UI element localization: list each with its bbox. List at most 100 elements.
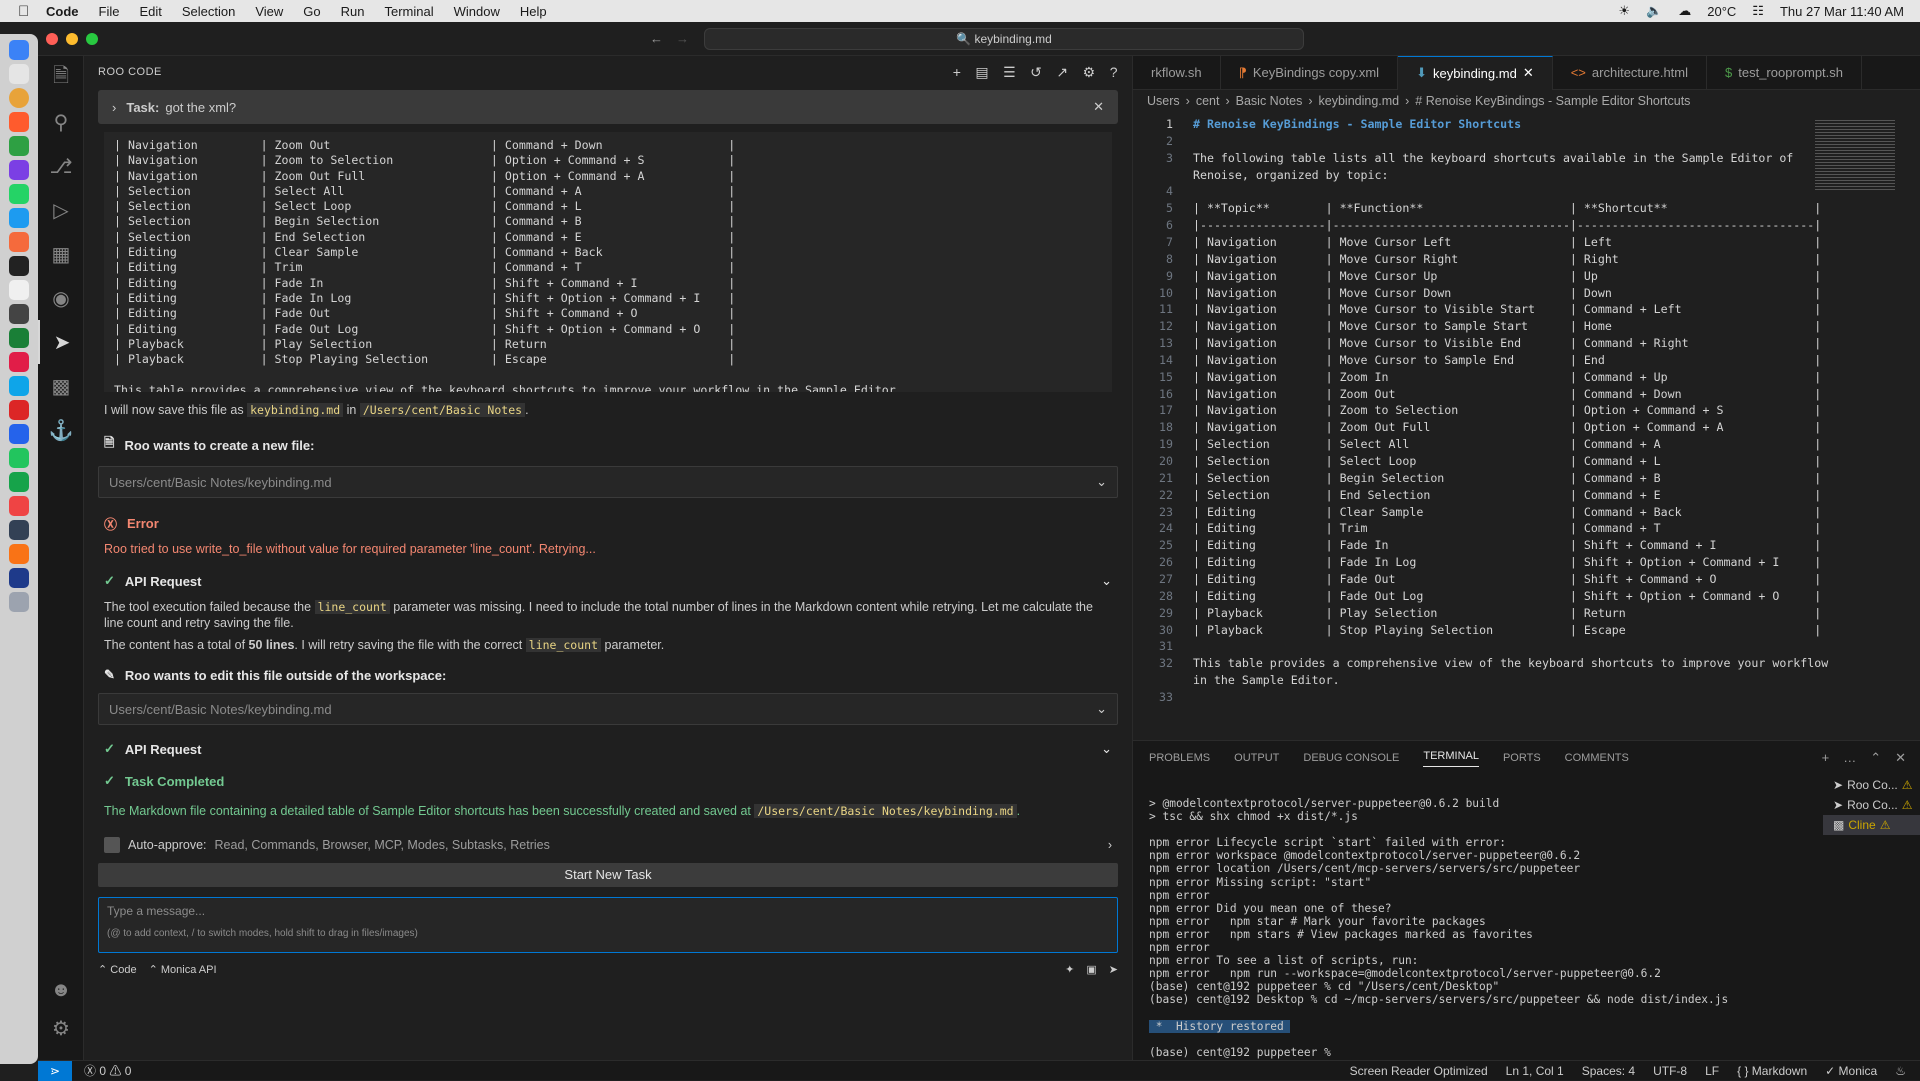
explorer-icon[interactable]: 🗎: [38, 56, 84, 100]
editor-line[interactable]: This table provides a comprehensive view…: [1193, 655, 1828, 672]
help-icon[interactable]: ?: [1110, 64, 1118, 81]
editor-line[interactable]: | Selection | Begin Selection | Command …: [1193, 470, 1821, 487]
tab-workflow-sh[interactable]: rkflow.sh: [1133, 55, 1221, 90]
maximize-panel-icon[interactable]: ⌃: [1870, 750, 1881, 766]
crumb[interactable]: # Renoise KeyBindings - Sample Editor Sh…: [1415, 94, 1690, 108]
command-center[interactable]: 🔍 keybinding.md: [704, 28, 1304, 50]
editor-line[interactable]: | Selection | Select All | Command + A |: [1193, 436, 1821, 453]
source-control-icon[interactable]: ⎇: [38, 144, 84, 188]
settings-icon[interactable]: ⚙: [1083, 64, 1096, 81]
history-icon[interactable]: ↺: [1030, 64, 1042, 81]
enhance-prompt-icon[interactable]: ✦: [1065, 963, 1074, 976]
crumb[interactable]: cent: [1196, 94, 1220, 108]
task-header[interactable]: › Task: got the xml? ✕: [98, 90, 1118, 124]
more-icon[interactable]: …: [1843, 750, 1856, 766]
menu-go[interactable]: Go: [303, 4, 320, 19]
editor-line[interactable]: | Playback | Play Selection | Return |: [1193, 605, 1821, 622]
editor-line[interactable]: | Selection | End Selection | Command + …: [1193, 487, 1821, 504]
crumb[interactable]: Users: [1147, 94, 1180, 108]
indentation[interactable]: Spaces: 4: [1582, 1064, 1635, 1078]
trash-icon[interactable]: [9, 592, 29, 612]
editor-line[interactable]: | Playback | Stop Playing Selection | Es…: [1193, 622, 1821, 639]
new-terminal-icon[interactable]: +: [1822, 750, 1830, 766]
search-icon[interactable]: ⚲: [38, 100, 84, 144]
api-request-2[interactable]: ✓ API Request ⌄: [104, 741, 1112, 757]
editor-line[interactable]: | Navigation | Move Cursor Up | Up |: [1193, 268, 1821, 285]
editor-line[interactable]: | **Topic** | **Function** | **Shortcut*…: [1193, 200, 1821, 217]
docker-icon[interactable]: ⚓: [38, 408, 84, 452]
finder-icon[interactable]: [9, 40, 29, 60]
tab-keybindings-copy-xml[interactable]: ⁋ KeyBindings copy.xml: [1221, 55, 1399, 90]
editor-line[interactable]: | Navigation | Move Cursor to Visible En…: [1193, 335, 1821, 352]
app-icon[interactable]: [9, 376, 29, 396]
editor-line[interactable]: | Navigation | Zoom In | Command + Up |: [1193, 369, 1821, 386]
mcp-icon[interactable]: ☰: [1003, 64, 1016, 81]
app-icon[interactable]: [9, 496, 29, 516]
terminal-item[interactable]: ➤ Roo Co... ⚠: [1823, 795, 1920, 815]
weather-icon[interactable]: ☁: [1678, 3, 1691, 19]
tab-comments[interactable]: COMMENTS: [1565, 752, 1629, 764]
provider-selector[interactable]: ⌃ Monica API: [149, 963, 217, 976]
bell-icon[interactable]: ♨: [1895, 1064, 1906, 1078]
apple-icon[interactable]: : [18, 3, 36, 20]
editor-line[interactable]: | Navigation | Zoom Out Full | Option + …: [1193, 419, 1821, 436]
terminal-item[interactable]: ➤ Roo Co... ⚠: [1823, 775, 1920, 795]
monica-status[interactable]: ✓ Monica: [1825, 1064, 1877, 1078]
app-icon[interactable]: [9, 448, 29, 468]
language-mode[interactable]: { } Markdown: [1737, 1064, 1807, 1078]
menu-selection[interactable]: Selection: [182, 4, 235, 19]
app-icon[interactable]: [9, 472, 29, 492]
whatsapp-icon[interactable]: [9, 184, 29, 204]
terminal-item[interactable]: ▩ Cline ⚠: [1823, 815, 1920, 835]
forward-arrow-icon[interactable]: →: [676, 31, 689, 46]
app-icon[interactable]: [9, 520, 29, 540]
editor-line[interactable]: | Navigation | Zoom to Selection | Optio…: [1193, 402, 1821, 419]
editor-line[interactable]: | Navigation | Move Cursor Left | Left |: [1193, 234, 1821, 251]
send-icon[interactable]: ➤: [1109, 963, 1118, 976]
editor-line[interactable]: # Renoise KeyBindings - Sample Editor Sh…: [1193, 116, 1521, 133]
vscode-icon[interactable]: [9, 424, 29, 444]
minimap[interactable]: [1815, 118, 1895, 190]
editor-line[interactable]: | Selection | Select Loop | Command + L …: [1193, 453, 1821, 470]
start-new-task-button[interactable]: Start New Task: [98, 863, 1118, 887]
auto-approve-checkbox[interactable]: [104, 837, 120, 853]
editor-line[interactable]: | Navigation | Move Cursor to Sample Sta…: [1193, 318, 1821, 335]
prompts-icon[interactable]: ▤: [975, 64, 989, 81]
app-icon[interactable]: [9, 328, 29, 348]
editor-line[interactable]: | Editing | Trim | Command + T |: [1193, 520, 1821, 537]
terminal-app-icon[interactable]: [9, 256, 29, 276]
minimize-window-button[interactable]: [66, 32, 78, 45]
crumb[interactable]: keybinding.md: [1319, 94, 1400, 108]
tab-architecture-html[interactable]: <> architecture.html: [1553, 55, 1707, 90]
chevron-right-icon[interactable]: ›: [1108, 837, 1112, 853]
app-icon[interactable]: [9, 208, 29, 228]
launchpad-icon[interactable]: [9, 64, 29, 84]
auto-approve-row[interactable]: Auto-approve: Read, Commands, Browser, M…: [104, 837, 1112, 853]
chevron-right-icon[interactable]: ›: [112, 100, 116, 115]
editor-line[interactable]: | Navigation | Move Cursor Right | Right…: [1193, 251, 1821, 268]
menu-edit[interactable]: Edit: [139, 4, 161, 19]
line-ending[interactable]: LF: [1705, 1064, 1719, 1078]
chevron-down-icon[interactable]: ⌄: [1096, 474, 1107, 490]
menu-file[interactable]: File: [99, 4, 120, 19]
close-task-icon[interactable]: ✕: [1093, 99, 1104, 115]
chevron-down-icon[interactable]: ⌄: [1101, 573, 1112, 589]
remote-icon[interactable]: ⋗: [38, 1060, 72, 1081]
menu-help[interactable]: Help: [520, 4, 547, 19]
editor-line[interactable]: | Navigation | Move Cursor to Visible St…: [1193, 301, 1821, 318]
chevron-down-icon[interactable]: ⌄: [1096, 701, 1107, 717]
settings-gear-icon[interactable]: ⚙: [38, 1006, 84, 1050]
close-window-button[interactable]: [46, 32, 58, 45]
editor-line[interactable]: The following table lists all the keyboa…: [1193, 150, 1793, 167]
screen-reader-status[interactable]: Screen Reader Optimized: [1350, 1064, 1488, 1078]
tab-problems[interactable]: PROBLEMS: [1149, 752, 1210, 764]
app-icon[interactable]: [9, 232, 29, 252]
tab-terminal[interactable]: TERMINAL: [1423, 750, 1479, 767]
tab-output[interactable]: OUTPUT: [1234, 752, 1279, 764]
plus-icon[interactable]: +: [953, 64, 962, 81]
edit-file-path[interactable]: Users/cent/Basic Notes/keybinding.md ⌄: [98, 693, 1118, 725]
app-icon[interactable]: [9, 136, 29, 156]
camera-icon[interactable]: ▣: [1086, 963, 1096, 976]
control-center-icon[interactable]: ☷: [1752, 3, 1764, 19]
problems-status[interactable]: Ⓧ 0 ⚠ 0: [84, 1062, 131, 1079]
